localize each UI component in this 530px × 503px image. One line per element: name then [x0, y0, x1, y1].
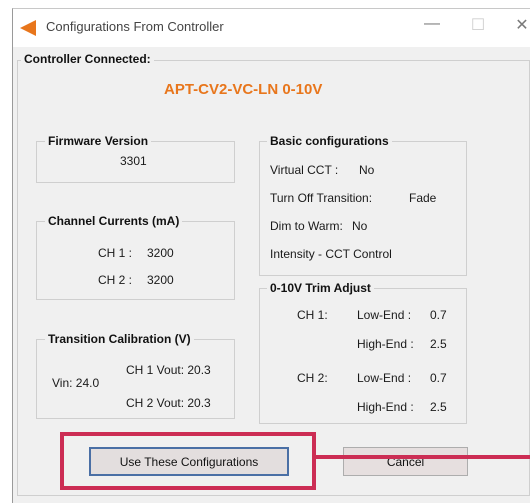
- firmware-label: Firmware Version: [45, 134, 152, 148]
- dim-to-warm-value: No: [352, 219, 368, 233]
- intensity-mode: Intensity - CCT Control: [270, 247, 392, 261]
- trim-ch2-label: CH 2:: [297, 371, 328, 385]
- trim-ch1-high-value: 2.5: [430, 337, 447, 351]
- channel-currents-group: [36, 221, 235, 300]
- window-title: Configurations From Controller: [46, 19, 224, 34]
- virtual-cct-value: No: [359, 163, 375, 177]
- trim-ch2-high-value: 2.5: [430, 400, 447, 414]
- ch2-vout-value: CH 2 Vout: 20.3: [126, 396, 211, 410]
- trim-ch2-low-label: Low-End :: [357, 371, 412, 385]
- transition-calibration-label: Transition Calibration (V): [45, 332, 194, 346]
- trim-ch2-high-label: High-End :: [357, 400, 414, 414]
- app-icon: [20, 20, 36, 36]
- trim-ch1-low-value: 0.7: [430, 308, 447, 322]
- cancel-button[interactable]: Cancel: [343, 447, 468, 476]
- minimize-icon[interactable]: —: [417, 15, 447, 33]
- trim-ch1-label: CH 1:: [297, 308, 328, 322]
- maximize-icon[interactable]: ☐: [463, 15, 493, 35]
- turn-off-transition-value: Fade: [409, 191, 437, 205]
- ch1-vout-value: CH 1 Vout: 20.3: [126, 363, 211, 377]
- ch2-current-label: CH 2 :: [98, 273, 133, 287]
- trim-adjust-label: 0-10V Trim Adjust: [267, 281, 374, 295]
- ch2-current-value: 3200: [147, 273, 174, 287]
- controller-group-label: Controller Connected:: [21, 52, 154, 66]
- highlight-pointer-line: [316, 455, 530, 459]
- dim-to-warm-label: Dim to Warm:: [270, 219, 343, 233]
- basic-config-label: Basic configurations: [267, 134, 392, 148]
- model-name: APT-CV2-VC-LN 0-10V: [164, 81, 323, 98]
- trim-ch1-low-label: Low-End :: [357, 308, 412, 322]
- title-bar: Configurations From Controller — ☐ ✕: [13, 9, 530, 47]
- channel-currents-label: Channel Currents (mA): [45, 214, 183, 228]
- virtual-cct-label: Virtual CCT :: [270, 163, 339, 177]
- trim-ch1-high-label: High-End :: [357, 337, 414, 351]
- firmware-value: 3301: [120, 154, 147, 168]
- ch1-current-value: 3200: [147, 246, 174, 260]
- trim-ch2-low-value: 0.7: [430, 371, 447, 385]
- close-icon[interactable]: ✕: [507, 15, 530, 35]
- vin-value: Vin: 24.0: [52, 376, 100, 390]
- turn-off-transition-label: Turn Off Transition:: [270, 191, 373, 205]
- ch1-current-label: CH 1 :: [98, 246, 133, 260]
- highlight-box: [60, 432, 316, 490]
